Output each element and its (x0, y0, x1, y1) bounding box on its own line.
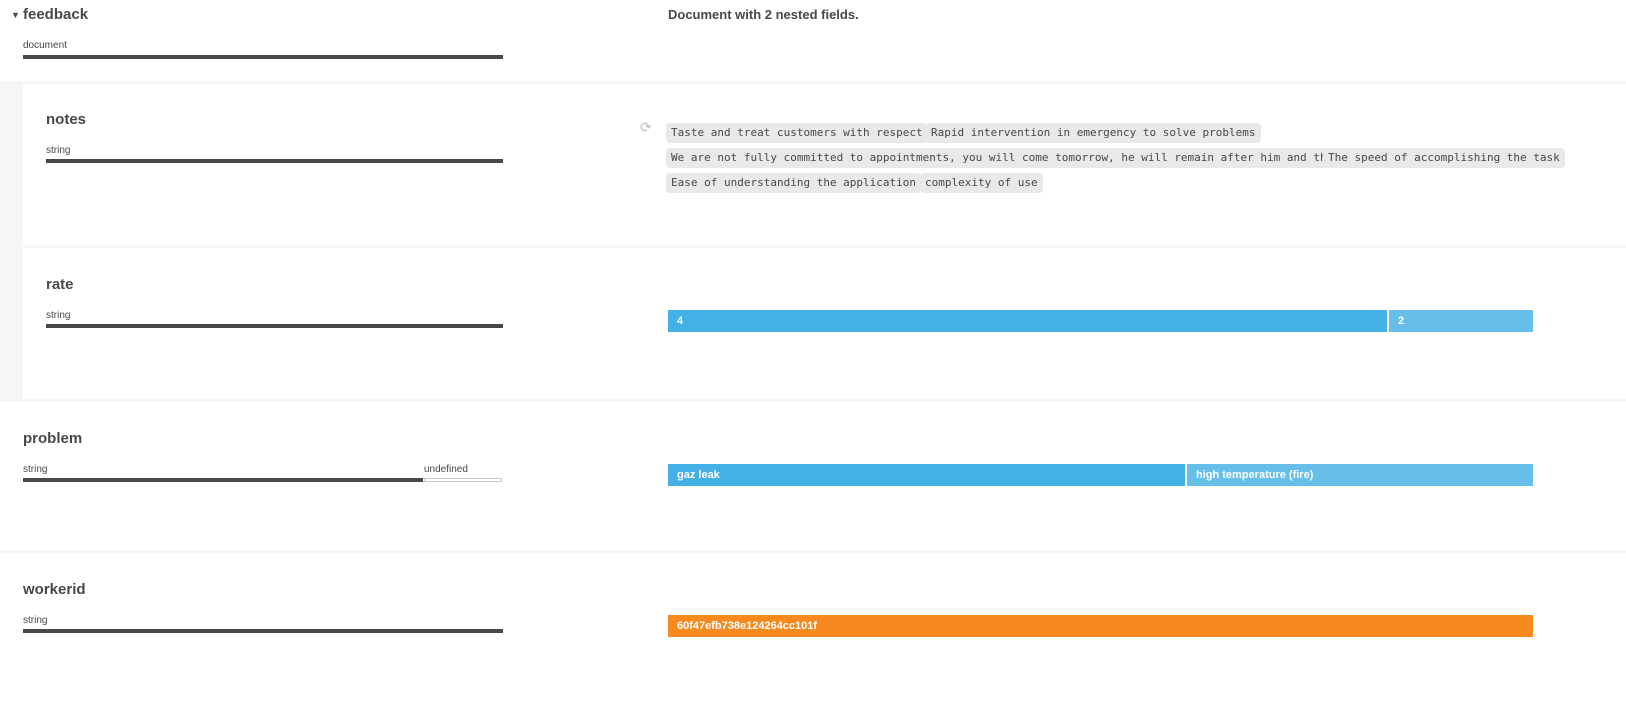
value-segment[interactable]: 60f47efb738e124264cc101f (668, 615, 1533, 637)
value-segment[interactable]: 2 (1389, 310, 1533, 332)
value-pill: The speed of accomplishing the task (1323, 148, 1565, 168)
section-divider (0, 81, 1626, 84)
value-pill: Ease of understanding the application (666, 173, 922, 193)
collapse-caret-icon[interactable]: ▼ (11, 10, 20, 20)
value-distribution-bar-rate: 42 (668, 310, 1533, 332)
type-label-string: string (46, 145, 71, 156)
section-divider (23, 245, 1626, 248)
value-distribution-bar-problem: gaz leak high temperature (fire) (668, 464, 1533, 486)
value-pill: complexity of use (920, 173, 1043, 193)
value-segment[interactable]: high temperature (fire) (1187, 464, 1533, 486)
type-label-string: string (46, 310, 71, 321)
type-label-string: string (23, 464, 48, 475)
section-divider (0, 550, 1626, 553)
type-bar-string (46, 159, 503, 163)
type-bar-undefined (424, 478, 502, 482)
type-bar-string (23, 478, 423, 482)
field-name-problem: problem (23, 430, 83, 447)
value-pill: Rapid intervention in emergency to solve… (926, 123, 1261, 143)
type-label-document: document (23, 40, 67, 51)
value-segment[interactable]: gaz leak (668, 464, 1185, 486)
nested-indent-rail (0, 84, 23, 401)
type-bar-string (46, 324, 503, 328)
field-name-feedback[interactable]: feedback (23, 6, 88, 23)
type-bar-string (23, 629, 503, 633)
field-name-notes: notes (46, 111, 87, 128)
type-label-string: string (23, 615, 48, 626)
refresh-icon[interactable]: ⟳ (640, 119, 652, 136)
value-pill: We are not fully committed to appointmen… (666, 148, 1345, 168)
field-name-workerid: workerid (23, 581, 86, 598)
value-distribution-bar-workerid: 60f47efb738e124264cc101f (668, 615, 1533, 637)
section-divider (0, 399, 1626, 402)
value-pill: Taste and treat customers with respect (666, 123, 928, 143)
type-label-undefined: undefined (424, 464, 468, 475)
type-bar-document (23, 55, 503, 59)
field-name-rate: rate (46, 276, 74, 293)
value-segment[interactable]: 4 (668, 310, 1387, 332)
document-description: Document with 2 nested fields. (668, 7, 859, 22)
